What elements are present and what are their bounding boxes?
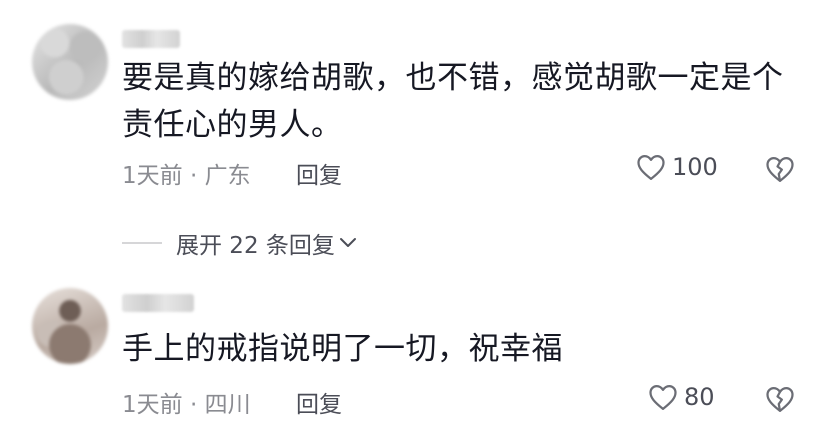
avatar[interactable] [32,288,108,364]
comment-meta: 1天前 · 四川 回复 [122,385,342,419]
meta-separator: · [189,163,198,189]
comment-time: 1天前 [122,163,183,189]
like-count: 80 [684,383,715,411]
comment-text: 手上的戒指说明了一切，祝幸福 [122,331,563,367]
expand-replies-label: 展开 22 条回复 [176,233,335,259]
comment-text: 要是真的嫁给胡歌，也不错，感觉胡歌一定是个责任心的男人。 [122,60,784,143]
username-blurred[interactable] [122,294,194,312]
comment-location: 四川 [204,392,251,418]
like-count: 100 [672,153,718,181]
expand-replies-button[interactable]: 展开 22 条回复 [122,226,357,260]
comment-time: 1天前 [122,392,183,418]
avatar[interactable] [32,24,108,100]
meta-separator: · [189,392,198,418]
like-button[interactable]: 100 [636,153,718,181]
chevron-down-icon [339,238,356,247]
reply-button[interactable]: 回复 [296,156,342,190]
expand-divider [122,242,162,244]
heart-outline-icon [649,385,677,410]
dislike-button[interactable] [765,385,795,417]
broken-heart-icon [766,157,794,182]
reply-button[interactable]: 回复 [296,385,342,419]
username-blurred[interactable] [122,30,180,48]
comment-location: 广东 [204,163,251,189]
comment-meta: 1天前 · 广东 回复 [122,156,342,190]
broken-heart-icon [766,387,794,412]
heart-outline-icon [637,155,665,180]
like-button[interactable]: 80 [648,383,715,411]
dislike-button[interactable] [765,155,795,187]
